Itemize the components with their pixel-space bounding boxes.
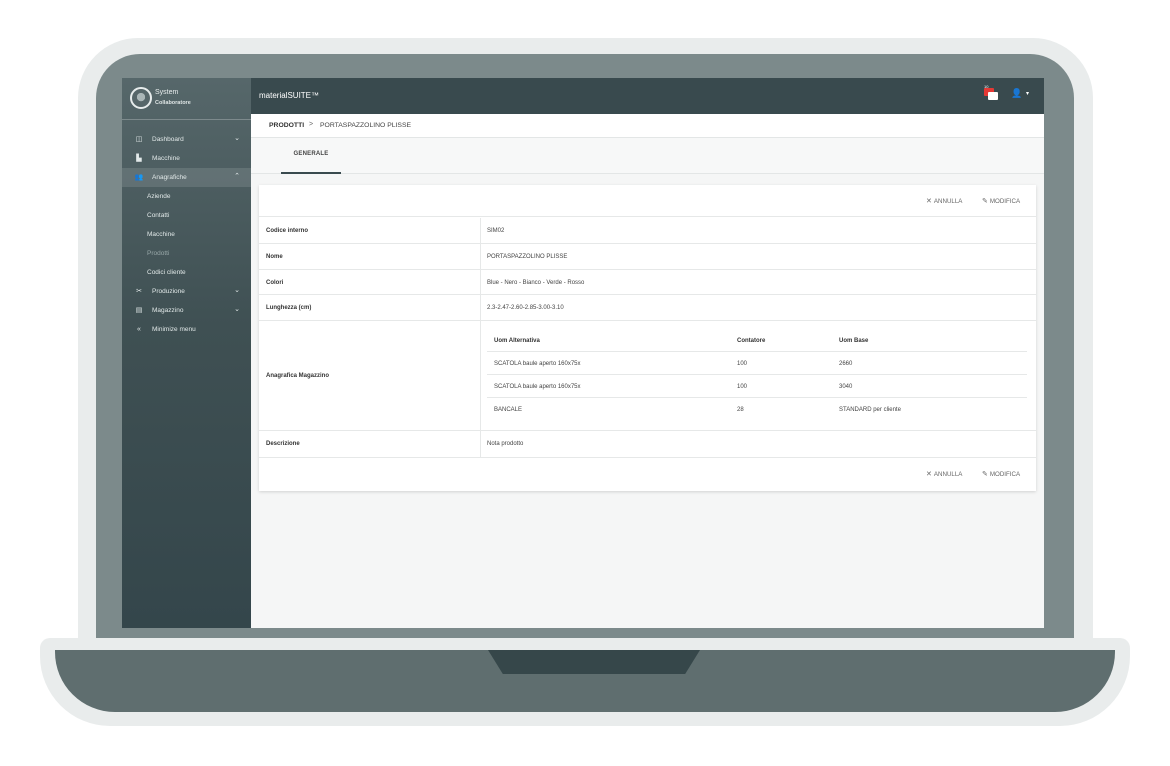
profile-name: System: [155, 89, 179, 96]
sidebar-item-minimize-menu[interactable]: « Minimize menu: [122, 320, 251, 339]
edit-button[interactable]: ✎ MODIFICA: [982, 470, 1020, 478]
tabs-bar: GENERALE: [251, 138, 1044, 174]
sidebar-item-produzione[interactable]: ✂ Produzione ⌄: [122, 282, 251, 301]
sidebar-item-label: Dashboard: [152, 136, 184, 143]
sidebar-subitem-macchine[interactable]: Macchine: [122, 225, 251, 244]
app-screen: System Collaboratore ◫ Dashboard ⌄ ▙ Mac…: [122, 78, 1044, 628]
sidebar-subitem-contatti[interactable]: Contatti: [122, 206, 251, 225]
sidebar-subitem-codici-cliente[interactable]: Codici cliente: [122, 263, 251, 282]
detail-key: Descrizione: [266, 441, 300, 447]
sidebar-subitem-label: Macchine: [147, 231, 175, 238]
sidebar-subitem-label: Prodotti: [147, 250, 170, 257]
detail-value: PORTASPAZZOLINO PLISSE: [487, 254, 568, 260]
table-row: BANCALE 28 STANDARD per cliente: [487, 398, 1027, 421]
sidebar-item-label: Magazzino: [152, 307, 184, 314]
people-icon: 👥: [134, 174, 144, 181]
sidebar: System Collaboratore ◫ Dashboard ⌄ ▙ Mac…: [122, 78, 251, 628]
double-chevron-left-icon: «: [137, 326, 141, 333]
user-icon[interactable]: 👤: [1011, 88, 1022, 99]
sidebar-subitem-label: Aziende: [147, 193, 171, 200]
sidebar-item-label: Minimize menu: [152, 326, 196, 333]
caret-down-icon[interactable]: ▾: [1026, 90, 1029, 97]
avatar: [130, 87, 152, 109]
detail-row-descrizione: Descrizione Nota prodotto: [259, 431, 1036, 457]
notification-badge: 10: [984, 84, 989, 89]
tab-label: GENERALE: [293, 151, 329, 157]
chevron-down-icon: ⌄: [234, 135, 240, 142]
sidebar-subitem-label: Contatti: [147, 212, 170, 219]
table-cell: 28: [737, 407, 744, 413]
warehouse-icon: ▤: [135, 307, 143, 314]
pencil-icon: ✎: [982, 198, 988, 205]
detail-row-anagrafica-magazzino: Anagrafica Magazzino Uom Alternativa Con…: [259, 321, 1036, 431]
dashboard-icon: ◫: [135, 136, 143, 143]
close-icon: ✕: [926, 471, 932, 478]
breadcrumb-current: PORTASPAZZOLINO PLISSE: [320, 122, 412, 129]
detail-value: SIM02: [487, 228, 505, 234]
column-header: Uom Alternativa: [494, 338, 540, 344]
sidebar-item-dashboard[interactable]: ◫ Dashboard ⌄: [122, 130, 251, 149]
product-detail-card: ✕ ANNULLA ✎ MODIFICA Codice interno SIM02 …: [259, 185, 1036, 491]
profile-role: Collaboratore: [155, 100, 191, 106]
tab-generale[interactable]: GENERALE: [281, 138, 341, 174]
table-cell: 3040: [839, 384, 853, 390]
cancel-button[interactable]: ✕ ANNULLA: [926, 470, 962, 478]
cancel-button[interactable]: ✕ ANNULLA: [926, 197, 962, 205]
user-profile[interactable]: System Collaboratore: [122, 78, 251, 120]
chevron-down-icon: ⌄: [234, 306, 240, 313]
breadcrumb: PRODOTTI > PORTASPAZZOLINO PLISSE: [251, 114, 1044, 138]
sidebar-nav: ◫ Dashboard ⌄ ▙ Macchine 👥 Anagrafiche ⌃…: [122, 130, 251, 339]
column-header: Uom Base: [839, 338, 869, 344]
column-header: Contatore: [737, 338, 766, 344]
app-title: materialSUITE™: [259, 91, 320, 100]
card-actions-top: ✕ ANNULLA ✎ MODIFICA: [259, 185, 1036, 217]
sidebar-subitem-label: Codici cliente: [147, 269, 186, 276]
detail-key: Nome: [266, 254, 283, 260]
edit-button[interactable]: ✎ MODIFICA: [982, 197, 1020, 205]
detail-value: 2.3-2.47-2.60-2.85-3.00-3.10: [487, 305, 564, 311]
topbar: materialSUITE™ 10 👤 ▾: [251, 78, 1044, 114]
sidebar-subitem-aziende[interactable]: Aziende: [122, 187, 251, 206]
table-header: Uom Alternativa Contatore Uom Base: [487, 329, 1027, 352]
sidebar-item-macchine[interactable]: ▙ Macchine: [122, 149, 251, 168]
breadcrumb-separator: >: [309, 121, 314, 128]
sidebar-item-anagrafiche[interactable]: 👥 Anagrafiche ⌃: [122, 168, 251, 187]
detail-row-nome: Nome PORTASPAZZOLINO PLISSE: [259, 244, 1036, 270]
sidebar-item-label: Anagrafiche: [152, 174, 187, 181]
table-cell: 2660: [839, 361, 853, 367]
detail-row-codice-interno: Codice interno SIM02: [259, 218, 1036, 244]
table-row: SCATOLA baule aperto 160x75x 100 2660: [487, 352, 1027, 375]
table-cell: 100: [737, 384, 748, 390]
detail-row-lunghezza: Lunghezza (cm) 2.3-2.47-2.60-2.85-3.00-3…: [259, 295, 1036, 321]
table-cell: SCATOLA baule aperto 160x75x: [494, 384, 581, 390]
sidebar-item-magazzino[interactable]: ▤ Magazzino ⌄: [122, 301, 251, 320]
sidebar-subitem-prodotti[interactable]: Prodotti: [122, 244, 251, 263]
detail-key: Anagrafica Magazzino: [266, 373, 330, 379]
tools-icon: ✂: [136, 288, 142, 295]
detail-key: Codice interno: [266, 228, 309, 234]
magazzino-table: Uom Alternativa Contatore Uom Base SCATO…: [487, 329, 1027, 421]
table-cell: 100: [737, 361, 748, 367]
table-cell: SCATOLA baule aperto 160x75x: [494, 361, 581, 367]
close-icon: ✕: [926, 198, 932, 205]
factory-icon: ▙: [136, 155, 142, 162]
detail-key: Lunghezza (cm): [266, 305, 312, 311]
sidebar-item-label: Produzione: [152, 288, 185, 295]
laptop-notch: [488, 650, 700, 674]
detail-value: Nota prodotto: [487, 441, 524, 447]
chat-icon[interactable]: [984, 88, 998, 102]
detail-row-colori: Colori Blue - Nero - Bianco - Verde - Ro…: [259, 270, 1036, 295]
detail-value: Blue - Nero - Bianco - Verde - Rosso: [487, 280, 585, 286]
table-cell: BANCALE: [494, 407, 523, 413]
breadcrumb-root[interactable]: PRODOTTI: [269, 122, 304, 129]
table-row: SCATOLA baule aperto 160x75x 100 3040: [487, 375, 1027, 398]
chevron-down-icon: ⌄: [234, 287, 240, 294]
detail-key: Colori: [266, 280, 284, 286]
pencil-icon: ✎: [982, 471, 988, 478]
chevron-up-icon: ⌃: [234, 173, 240, 180]
card-actions-bottom: ✕ ANNULLA ✎ MODIFICA: [259, 457, 1036, 491]
table-cell: STANDARD per cliente: [839, 407, 901, 413]
tab-active-indicator: [281, 172, 341, 174]
sidebar-item-label: Macchine: [152, 155, 180, 162]
